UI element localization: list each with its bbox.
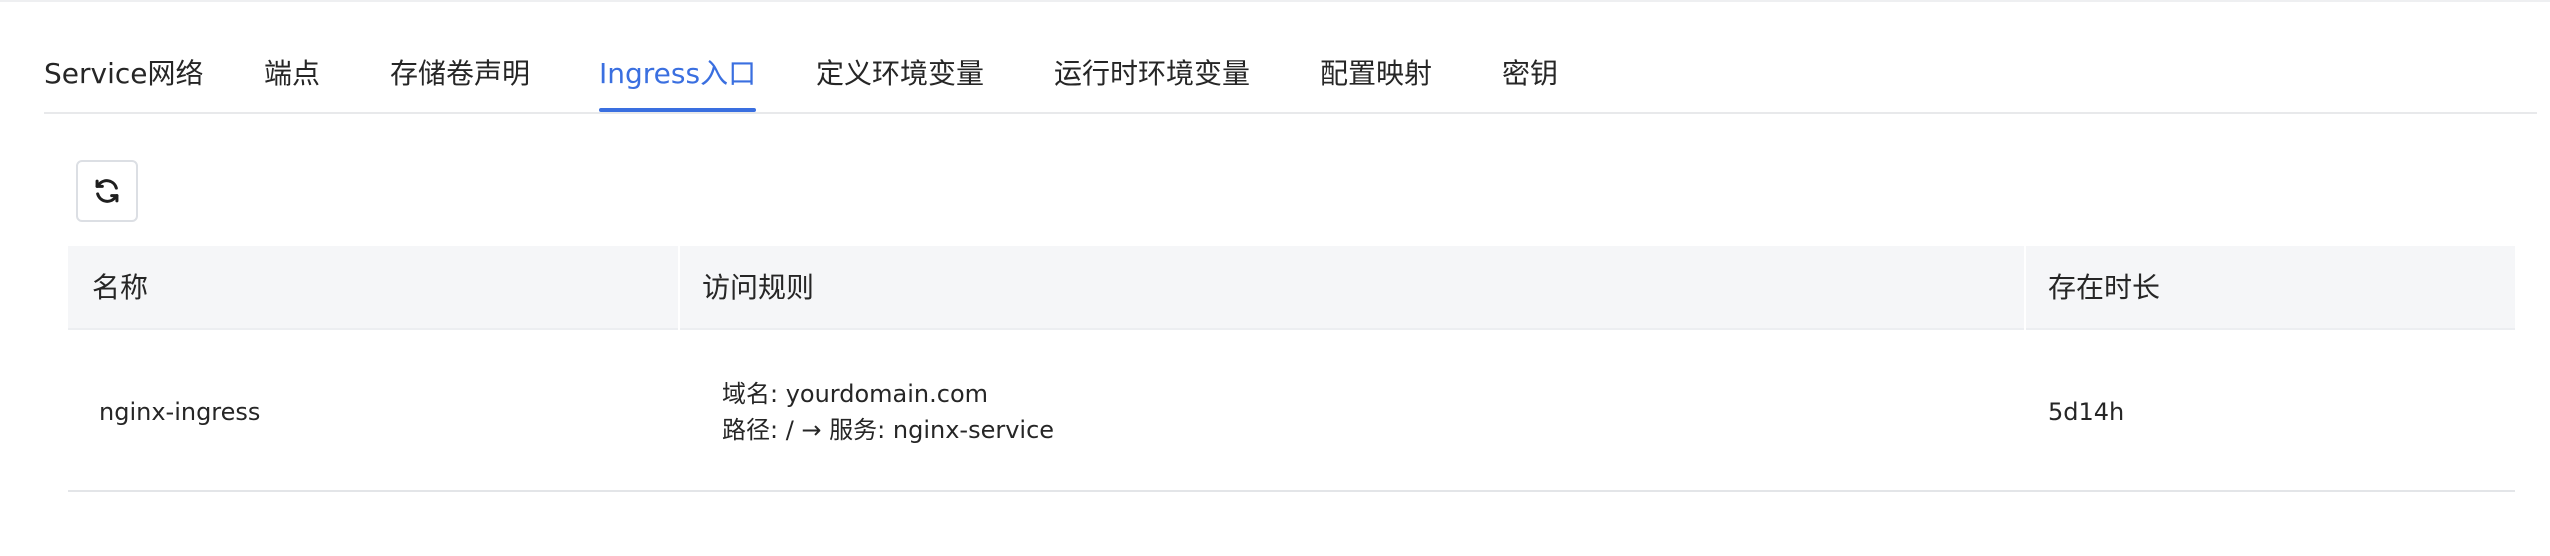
- rule-domain: 域名: yourdomain.com: [722, 380, 989, 408]
- table-row[interactable]: nginx-ingress 域名: yourdomain.com 路径: / →…: [68, 330, 2515, 492]
- tab-secrets[interactable]: 密钥: [1502, 52, 1558, 112]
- tab-service-network[interactable]: Service网络: [44, 52, 203, 112]
- refresh-icon: [95, 179, 119, 203]
- column-divider: [678, 246, 680, 330]
- column-divider: [2024, 246, 2026, 330]
- tab-config-maps[interactable]: 配置映射: [1320, 52, 1432, 112]
- access-rules-cell: 域名: yourdomain.com 路径: / → 服务: nginx-ser…: [722, 376, 1054, 448]
- rule-path: 路径: / → 服务: nginx-service: [722, 416, 1055, 444]
- ingress-name: nginx-ingress: [99, 398, 261, 426]
- refresh-button[interactable]: [76, 160, 138, 222]
- column-header-access-rules[interactable]: 访问规则: [702, 246, 814, 330]
- table-header: 名称 访问规则 存在时长: [68, 246, 2515, 330]
- column-header-age[interactable]: 存在时长: [2048, 246, 2160, 330]
- tab-volume-claims[interactable]: 存储卷声明: [390, 52, 530, 112]
- tab-runtime-env-vars[interactable]: 运行时环境变量: [1054, 52, 1250, 112]
- tab-defined-env-vars[interactable]: 定义环境变量: [816, 52, 984, 112]
- ingress-table: 名称 访问规则 存在时长 nginx-ingress 域名: yourdomai…: [68, 246, 2515, 492]
- column-header-name[interactable]: 名称: [92, 246, 148, 330]
- tab-bar: Service网络 端点 存储卷声明 Ingress入口 定义环境变量 运行时环…: [44, 0, 2537, 114]
- ingress-age: 5d14h: [2048, 398, 2125, 426]
- tab-ingress[interactable]: Ingress入口: [599, 52, 757, 112]
- tab-endpoints[interactable]: 端点: [264, 52, 320, 112]
